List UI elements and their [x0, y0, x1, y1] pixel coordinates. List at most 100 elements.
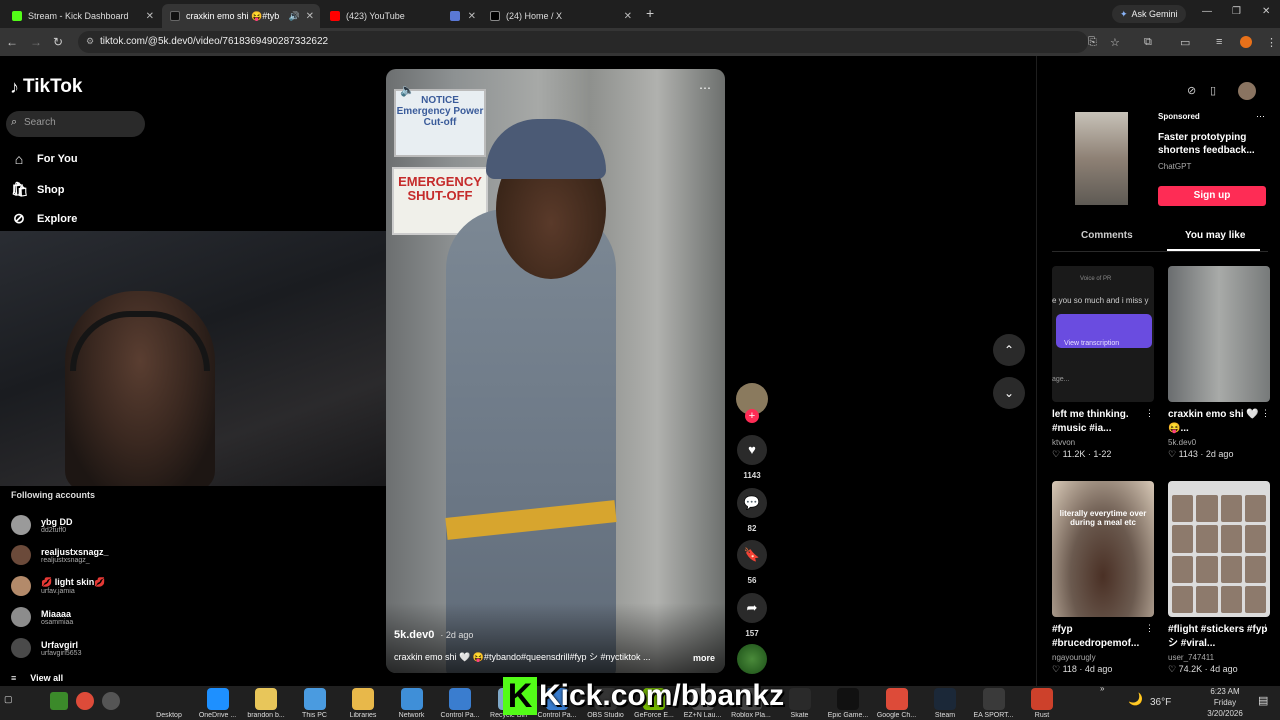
recommended-video-card[interactable]: #flight #stickers #fyp シ #viral... user_… [1168, 481, 1270, 675]
maximize-icon[interactable]: ❐ [1232, 6, 1241, 17]
close-tab-icon[interactable]: ✕ [146, 11, 154, 22]
taskbar-item[interactable]: Desktop [144, 688, 194, 719]
user-avatar[interactable] [1238, 82, 1256, 100]
taskbar-item[interactable]: Steam [920, 688, 970, 719]
taskbar-item[interactable]: Control Pa... [435, 688, 485, 719]
nav-for-you[interactable]: ⌂ For You [11, 151, 78, 167]
nav-explore[interactable]: ⊘ Explore [11, 210, 77, 227]
tab-tiktok[interactable]: craxkin emo shi 😝#tyb 🔊 ✕ [162, 4, 320, 28]
tab-comments[interactable]: Comments [1081, 230, 1133, 241]
video-author[interactable]: 5k.dev0 · 2d ago [394, 629, 473, 641]
bookmark-star-icon[interactable]: ☆ [1110, 36, 1120, 49]
ad-title[interactable]: Faster prototyping shortens feedback... [1158, 131, 1258, 157]
following-account[interactable]: ybg DD dd2tuff0 [11, 515, 73, 535]
sidebar-icon[interactable]: ▭ [1180, 36, 1190, 49]
clock[interactable]: 6:23 AM Friday 3/20/2026 [1200, 686, 1250, 719]
taskbar-item[interactable]: Epic Game... [823, 688, 873, 719]
url-bar[interactable]: ⚙ tiktok.com/@5k.dev0/video/761836949028… [78, 31, 1088, 53]
mute-icon[interactable]: 🔈 [400, 83, 415, 97]
tab-x-home[interactable]: (24) Home / X ✕ [482, 4, 638, 28]
follow-plus-icon[interactable]: + [745, 409, 759, 423]
taskbar-item[interactable]: Rust [1017, 688, 1067, 719]
new-tab-icon[interactable]: + [646, 5, 654, 21]
media-icon[interactable]: ≡ [1216, 36, 1222, 48]
next-video-button[interactable]: ⌄ [993, 377, 1025, 409]
xbox-icon[interactable] [50, 692, 68, 710]
close-tab-icon[interactable]: ✕ [306, 11, 314, 22]
comment-button[interactable]: 💬 [737, 488, 767, 518]
weather-temp[interactable]: 36°F [1150, 697, 1171, 708]
tab-you-may-like[interactable]: You may like [1185, 230, 1245, 241]
minimize-icon[interactable]: — [1202, 6, 1212, 17]
notification-icon[interactable]: ▤ [1258, 694, 1268, 707]
taskbar-item[interactable]: EA SPORT... [969, 688, 1019, 719]
previous-video-button[interactable]: ⌃ [993, 334, 1025, 366]
view-all-button[interactable]: ≡ View all [11, 673, 63, 683]
video-thumbnail[interactable]: Voice of PR e you so much and i miss y V… [1052, 266, 1154, 402]
video-thumbnail[interactable]: literally everytime over during a meal e… [1052, 481, 1154, 617]
panel-divider [1036, 56, 1037, 686]
recommended-video-card[interactable]: literally everytime over during a meal e… [1052, 481, 1154, 675]
taskbar-item[interactable]: brandon b... [241, 688, 291, 719]
close-tab-icon[interactable]: ✕ [624, 11, 632, 22]
taskbar-item[interactable]: Libraries [338, 688, 388, 719]
taskbar-app-icon [982, 688, 1005, 710]
forward-icon[interactable]: → [30, 35, 42, 49]
card-more-icon[interactable]: ⋮ [1261, 408, 1270, 419]
tab-kick-dashboard[interactable]: Stream - Kick Dashboard ✕ [4, 4, 160, 28]
video-more-icon[interactable]: ⋯ [699, 81, 711, 95]
profile-avatar[interactable] [1240, 36, 1252, 48]
back-icon[interactable]: ← [6, 35, 18, 49]
like-button[interactable]: ♥ [737, 435, 767, 465]
following-account[interactable]: Urfavgirl urfavgirl5653 [11, 638, 81, 658]
site-info-icon[interactable]: ⚙ [86, 36, 94, 47]
mobile-icon[interactable]: ▯ [1210, 84, 1216, 97]
app-icon[interactable] [102, 692, 120, 710]
tab-youtube[interactable]: (423) YouTube [322, 4, 442, 28]
ad-more-icon[interactable]: ⋯ [1256, 111, 1265, 122]
extensions-icon[interactable]: ⧉ [1144, 36, 1152, 49]
caption-more-link[interactable]: more [693, 653, 715, 663]
sign-up-button[interactable]: Sign up [1158, 186, 1266, 206]
reload-icon[interactable]: ↻ [53, 35, 63, 49]
chrome-icon[interactable] [76, 692, 94, 710]
card-more-icon[interactable]: ⋮ [1145, 623, 1154, 634]
tray-overflow-icon[interactable]: » [1100, 684, 1104, 693]
taskbar-app-icon [206, 688, 229, 710]
taskbar-app-icon [788, 688, 811, 710]
taskbar-item[interactable]: OneDrive ... [193, 688, 243, 719]
menu-icon[interactable]: ⋮ [1266, 36, 1277, 49]
taskbar-item[interactable]: Network [387, 688, 437, 719]
close-tab-icon[interactable]: ✕ [468, 11, 476, 22]
compass-icon[interactable]: ⊘ [1187, 84, 1196, 97]
tiktok-logo[interactable]: ♪ TikTok [10, 76, 82, 98]
following-account[interactable]: realjustxsnagz_ realjustxsnagz_ [11, 545, 109, 565]
search-input[interactable]: ⌕ Search [6, 111, 145, 137]
recommended-video-card[interactable]: craxkin emo shi 🤍😝... 5k.dev0 ♡ 1143 · 2… [1168, 266, 1270, 460]
close-window-icon[interactable]: ✕ [1262, 6, 1270, 17]
save-button[interactable]: 🔖 [737, 540, 767, 570]
taskbar-item[interactable]: This PC [290, 688, 340, 719]
ask-gemini-button[interactable]: ✦ Ask Gemini [1112, 5, 1186, 23]
task-view-icon[interactable]: ▢ [4, 694, 13, 705]
share-button[interactable]: ➦ [737, 593, 767, 623]
gemini-icon: ✦ [1120, 8, 1128, 19]
taskbar-item[interactable]: Google Ch... [872, 688, 922, 719]
speaker-icon[interactable]: 🔊 [289, 11, 300, 22]
music-disc-icon[interactable] [737, 644, 767, 674]
generic-favicon-icon [450, 11, 460, 21]
video-player[interactable]: NOTICE Emergency Power Cut-off EMERGENCY… [386, 69, 725, 673]
x-favicon-icon [490, 11, 500, 21]
following-account[interactable]: Miaaaa osammiaa [11, 607, 73, 627]
video-thumbnail[interactable] [1168, 481, 1270, 617]
ad-thumbnail[interactable] [1075, 112, 1128, 205]
card-more-icon[interactable]: ⋮ [1145, 408, 1154, 419]
chevron-down-icon: ⌄ [1003, 386, 1015, 400]
following-account[interactable]: 💋 light skin💋 urfav.jamia [11, 576, 105, 596]
video-thumbnail[interactable] [1168, 266, 1270, 402]
recommended-video-card[interactable]: Voice of PR e you so much and i miss y V… [1052, 266, 1154, 460]
tab-unnamed[interactable]: ✕ [442, 4, 482, 28]
install-icon[interactable]: ⎘ [1088, 36, 1097, 49]
nav-shop[interactable]: 🛍 Shop [11, 181, 65, 198]
card-more-icon[interactable]: ⋮ [1261, 623, 1270, 634]
